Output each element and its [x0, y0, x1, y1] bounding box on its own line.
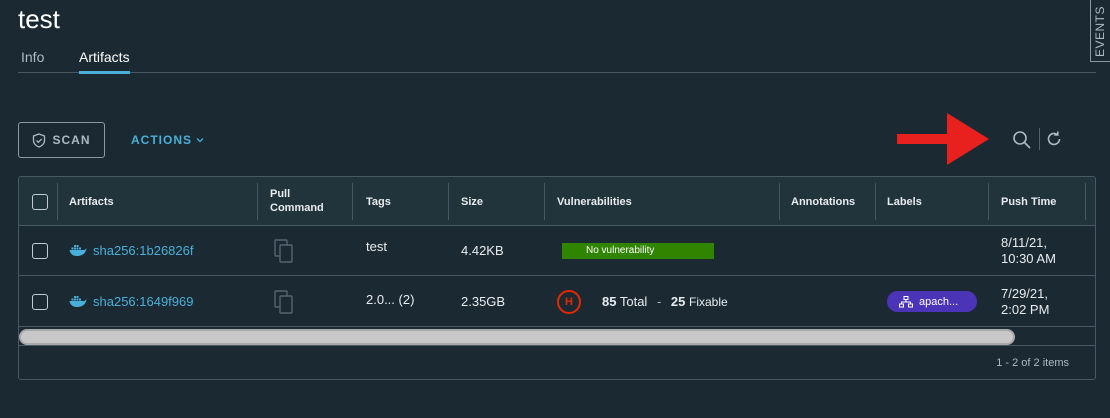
fixable-count: 25: [670, 294, 686, 309]
search-icon[interactable]: [1012, 130, 1032, 150]
column-header-pull-command[interactable]: Pull Command: [270, 187, 340, 215]
push-time-time: 10:30 AM: [1001, 251, 1056, 266]
summary-separator: -: [656, 294, 662, 309]
label-text: apach...: [919, 295, 959, 308]
tab-artifacts[interactable]: Artifacts: [79, 49, 130, 74]
tab-bar: Info Artifacts: [18, 44, 1096, 74]
tag-hierarchy-icon: [899, 295, 913, 307]
table-row: sha256:1649f969 2.0... (2) 2.35GB H 85 T…: [19, 277, 1095, 327]
column-header-push-time[interactable]: Push Time: [1001, 195, 1056, 209]
vulnerability-summary[interactable]: 85 Total - 25 Fixable: [602, 294, 728, 309]
column-header-tags[interactable]: Tags: [366, 195, 391, 209]
table-footer: 1 - 2 of 2 items: [19, 345, 1095, 379]
events-panel-toggle[interactable]: EVENTS: [1090, 0, 1110, 62]
column-header-vulnerabilities[interactable]: Vulnerabilities: [557, 195, 632, 209]
copy-icon[interactable]: [274, 239, 294, 263]
artifact-digest-link[interactable]: sha256:1b26826f: [93, 243, 193, 258]
column-header-labels[interactable]: Labels: [887, 195, 922, 209]
row-checkbox[interactable]: [32, 294, 48, 310]
copy-icon[interactable]: [274, 290, 294, 314]
shield-icon: [33, 132, 46, 148]
total-count: 85: [602, 294, 617, 309]
artifacts-table: Artifacts Pull Command Tags Size Vulnera…: [18, 176, 1096, 380]
fixable-label: Fixable: [689, 295, 728, 309]
refresh-icon[interactable]: [1045, 130, 1063, 148]
horizontal-scrollbar[interactable]: [19, 329, 1015, 345]
push-time-time: 2:02 PM: [1001, 302, 1050, 317]
select-all-checkbox[interactable]: [32, 194, 48, 210]
actions-dropdown[interactable]: ACTIONS: [131, 133, 204, 147]
push-time-date: 7/29/21,: [1001, 286, 1048, 301]
docker-icon: [69, 245, 87, 256]
pagination-summary: 1 - 2 of 2 items: [996, 357, 1069, 369]
column-header-annotations[interactable]: Annotations: [791, 195, 855, 209]
scan-button[interactable]: SCAN: [18, 122, 105, 158]
table-header: Artifacts Pull Command Tags Size Vulnera…: [19, 177, 1095, 226]
events-label: EVENTS: [1093, 5, 1107, 57]
tab-info[interactable]: Info: [21, 49, 44, 65]
chevron-down-icon: [196, 138, 204, 143]
column-header-artifacts[interactable]: Artifacts: [69, 195, 114, 209]
column-header-size[interactable]: Size: [461, 195, 483, 209]
tags-value: test: [366, 239, 387, 254]
scan-button-label: SCAN: [52, 133, 91, 147]
docker-icon: [69, 296, 87, 307]
tags-value[interactable]: 2.0... (2): [366, 292, 414, 307]
table-row: sha256:1b26826f test 4.42KB No vulnerabi…: [19, 226, 1095, 276]
row-checkbox[interactable]: [32, 243, 48, 259]
artifact-digest-link[interactable]: sha256:1649f969: [93, 294, 193, 309]
no-vulnerability-bar[interactable]: No vulnerability: [562, 243, 714, 259]
total-label: Total: [619, 294, 648, 309]
size-value: 4.42KB: [461, 243, 504, 258]
label-pill[interactable]: apach...: [887, 291, 977, 312]
push-time-date: 8/11/21,: [1001, 235, 1048, 250]
size-value: 2.35GB: [461, 294, 506, 309]
toolbar-divider: [1039, 128, 1040, 150]
red-arrow-annotation: [897, 113, 989, 165]
actions-label: ACTIONS: [131, 133, 192, 147]
page-title: test: [18, 4, 60, 34]
severity-high-badge[interactable]: H: [557, 290, 581, 314]
